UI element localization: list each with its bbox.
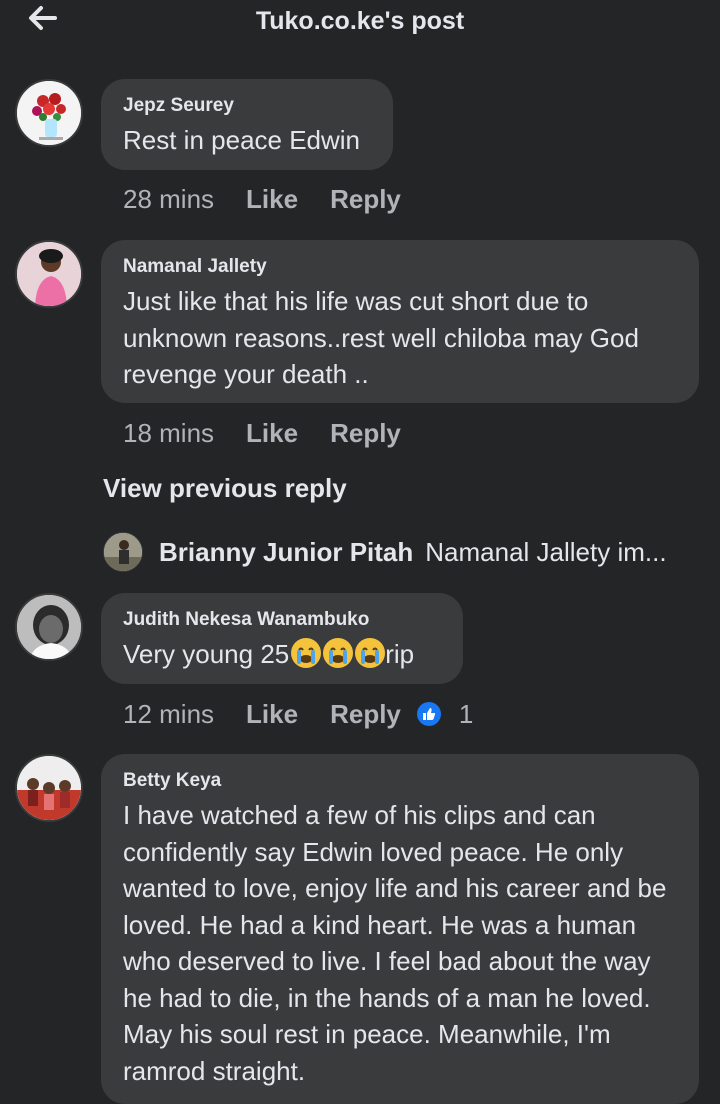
person-avatar-icon — [104, 533, 142, 571]
loudly-crying-face-emoji — [323, 638, 354, 668]
loudly-crying-face-emoji — [291, 638, 322, 668]
avatar[interactable] — [15, 593, 83, 661]
like-button[interactable]: Like — [246, 699, 298, 730]
comment-time: 12 mins — [123, 698, 215, 729]
reply-author[interactable]: Brianny Junior Pitah — [159, 537, 413, 568]
avatar[interactable] — [15, 754, 83, 822]
avatar[interactable] — [15, 79, 83, 147]
reply-text: Namanal Jallety im... — [425, 536, 667, 567]
comment-time: 18 mins — [123, 417, 215, 448]
reply-button[interactable]: Reply — [330, 418, 401, 449]
comment-author[interactable]: Jepz Seurey — [123, 95, 371, 117]
like-button[interactable]: Like — [246, 418, 298, 449]
post-header: Tuko.co.ke's post — [0, 0, 720, 46]
like-button[interactable]: Like — [246, 184, 298, 215]
comment-author[interactable]: Betty Keya — [123, 770, 677, 792]
reply-preview[interactable]: Brianny Junior Pitah Namanal Jallety im.… — [103, 532, 703, 572]
comment-text: Just like that his life was cut short du… — [123, 286, 639, 389]
view-previous-reply-link[interactable]: View previous reply — [103, 473, 347, 504]
avatar[interactable] — [103, 532, 143, 572]
comment-bubble: Jepz Seurey Rest in peace Edwin — [101, 79, 393, 170]
comment-meta: 28 mins Like Reply — [123, 182, 417, 216]
reply-button[interactable]: Reply — [330, 184, 401, 215]
comment-bubble: Betty Keya I have watched a few of his c… — [101, 754, 699, 1104]
person-avatar-icon — [17, 595, 81, 659]
flower-bouquet-avatar-icon — [17, 81, 81, 145]
comment-text-after: rip — [385, 639, 415, 669]
comment-text-before: Very young 25 — [123, 639, 290, 669]
comment-meta: 12 mins Like Reply 1 — [123, 697, 473, 731]
thumbs-up-icon[interactable] — [416, 702, 441, 726]
comment-author[interactable]: Namanal Jallety — [123, 256, 677, 278]
comment-time: 28 mins — [123, 183, 215, 214]
comment-text: I have watched a few of his clips and ca… — [123, 800, 667, 1086]
person-avatar-icon — [17, 242, 81, 306]
children-group-avatar-icon — [17, 756, 81, 820]
loudly-crying-face-emoji — [355, 638, 386, 668]
comment-bubble: Namanal Jallety Just like that his life … — [101, 240, 699, 403]
comment-text: Rest in peace Edwin — [123, 125, 361, 155]
comment-author[interactable]: Judith Nekesa Wanambuko — [123, 609, 441, 631]
reaction-count: 1 — [458, 698, 474, 729]
page-title: Tuko.co.ke's post — [255, 7, 465, 35]
reply-button[interactable]: Reply — [330, 699, 401, 730]
comment-meta: 18 mins Like Reply — [123, 416, 417, 450]
avatar[interactable] — [15, 240, 83, 308]
comment-text: Very young 25 rip — [123, 636, 441, 673]
comment-bubble: Judith Nekesa Wanambuko Very young 25 rip — [101, 593, 463, 684]
